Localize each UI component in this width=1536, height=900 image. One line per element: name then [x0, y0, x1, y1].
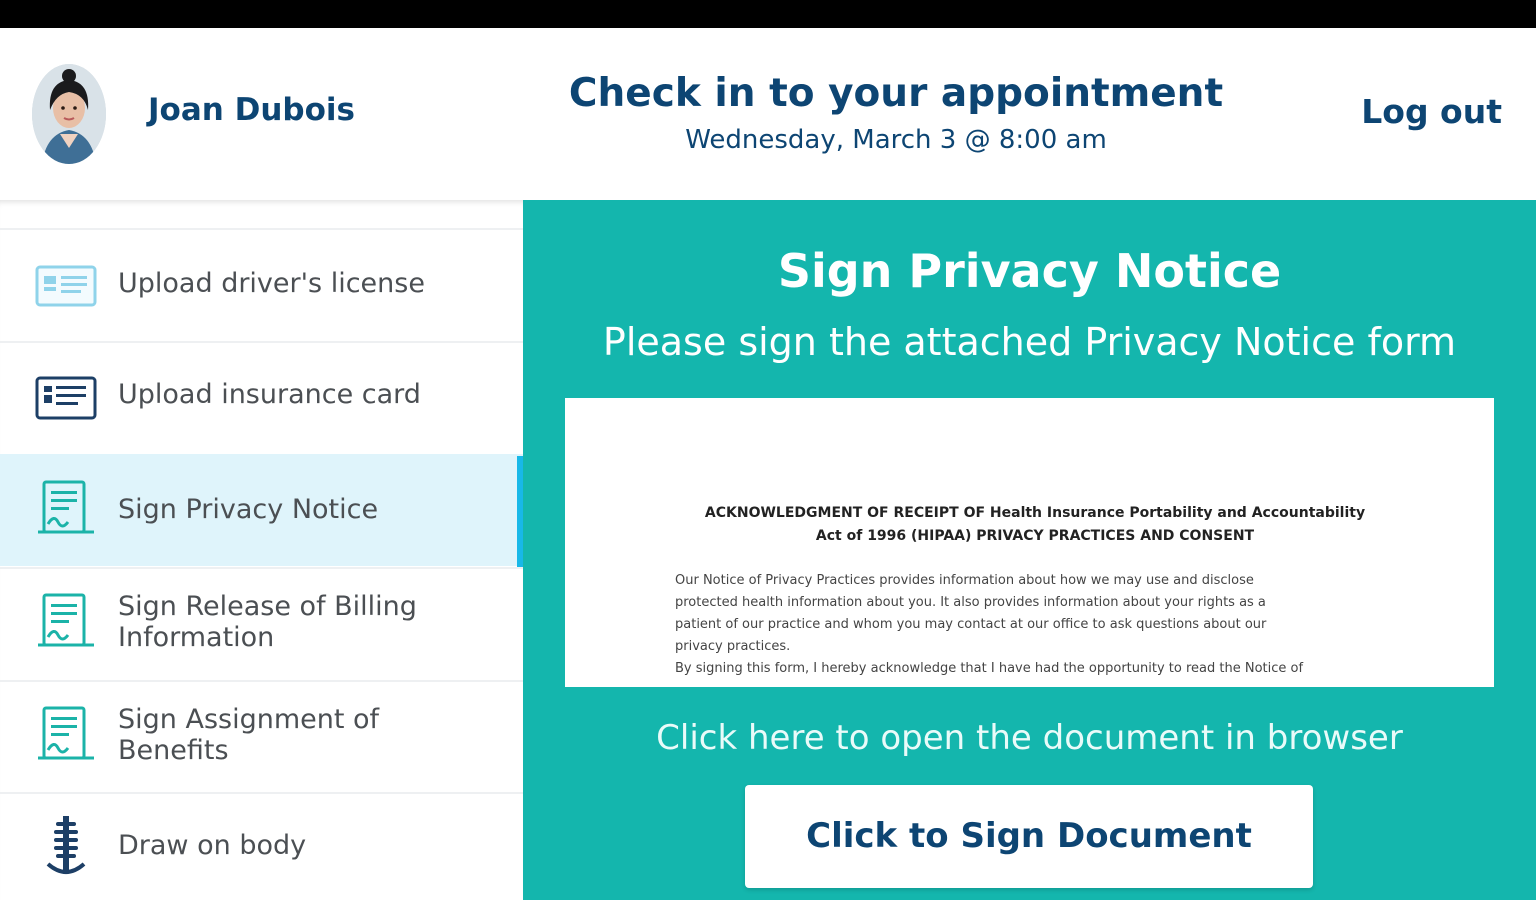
- sidebar-item-draw-on-body[interactable]: Draw on body: [0, 792, 523, 900]
- status-bar: [0, 0, 1536, 28]
- document-line: patient of our practice and whom you may…: [675, 617, 1267, 632]
- sidebar-item-sign-assignment-benefits[interactable]: Sign Assignment of Benefits: [0, 680, 523, 792]
- sign-document-icon: [34, 591, 98, 655]
- sidebar-item-label: Sign Assignment of Benefits: [118, 704, 380, 766]
- document-heading-line: Act of 1996 (HIPAA) PRIVACY PRACTICES AN…: [815, 528, 1255, 544]
- sidebar-item-label: Draw on body: [118, 830, 307, 861]
- appointment-datetime: Wednesday, March 3 @ 8:00 am: [685, 125, 1107, 155]
- sidebar-item-insurance-card[interactable]: Upload insurance card: [0, 341, 523, 453]
- document-body: Our Notice of Privacy Practices provides…: [675, 570, 1395, 680]
- sidebar-item-sign-privacy-notice[interactable]: Sign Privacy Notice: [0, 454, 523, 568]
- document-preview[interactable]: ACKNOWLEDGMENT OF RECEIPT OF Health Insu…: [565, 398, 1494, 687]
- id-card-icon: [34, 254, 98, 318]
- avatar[interactable]: [32, 64, 106, 164]
- sidebar: Upload driver's license Upload insurance…: [0, 200, 523, 900]
- document-line: By signing this form, I hereby acknowled…: [675, 661, 1304, 676]
- main-panel: Sign Privacy Notice Please sign the atta…: [523, 200, 1536, 900]
- sign-document-icon: [34, 704, 98, 768]
- sign-document-button[interactable]: Click to Sign Document: [745, 785, 1313, 888]
- document-line: privacy practices.: [675, 639, 791, 654]
- spine-icon: [34, 814, 98, 878]
- open-in-browser-link[interactable]: Click here to open the document in brows…: [523, 718, 1536, 758]
- sidebar-item-label: Sign Privacy Notice: [118, 494, 379, 525]
- user-name: Joan Dubois: [148, 92, 355, 128]
- insurance-card-icon: [34, 366, 98, 430]
- document-heading: ACKNOWLEDGMENT OF RECEIPT OF Health Insu…: [625, 502, 1445, 548]
- document-line: protected health information about you. …: [675, 595, 1266, 610]
- logout-button[interactable]: Log out: [1361, 92, 1502, 131]
- header: Joan Dubois Check in to your appointment…: [0, 28, 1536, 200]
- panel-subtitle: Please sign the attached Privacy Notice …: [602, 320, 1457, 364]
- sidebar-item-label: Sign Release of Billing Information: [118, 591, 417, 653]
- sidebar-item-drivers-license[interactable]: Upload driver's license: [0, 228, 523, 340]
- document-heading-line: ACKNOWLEDGMENT OF RECEIPT OF Health Insu…: [704, 505, 1366, 521]
- page-title: Check in to your appointment: [568, 71, 1224, 116]
- appointment-heading: Check in to your appointment Wednesday, …: [500, 68, 1292, 158]
- panel-title: Sign Privacy Notice: [777, 244, 1282, 298]
- sign-document-icon: [34, 478, 98, 542]
- sidebar-item-label: Upload insurance card: [118, 379, 421, 410]
- sidebar-item-label: Upload driver's license: [118, 268, 425, 299]
- document-line: Our Notice of Privacy Practices provides…: [675, 573, 1254, 588]
- sidebar-item-sign-release-billing[interactable]: Sign Release of Billing Information: [0, 567, 523, 679]
